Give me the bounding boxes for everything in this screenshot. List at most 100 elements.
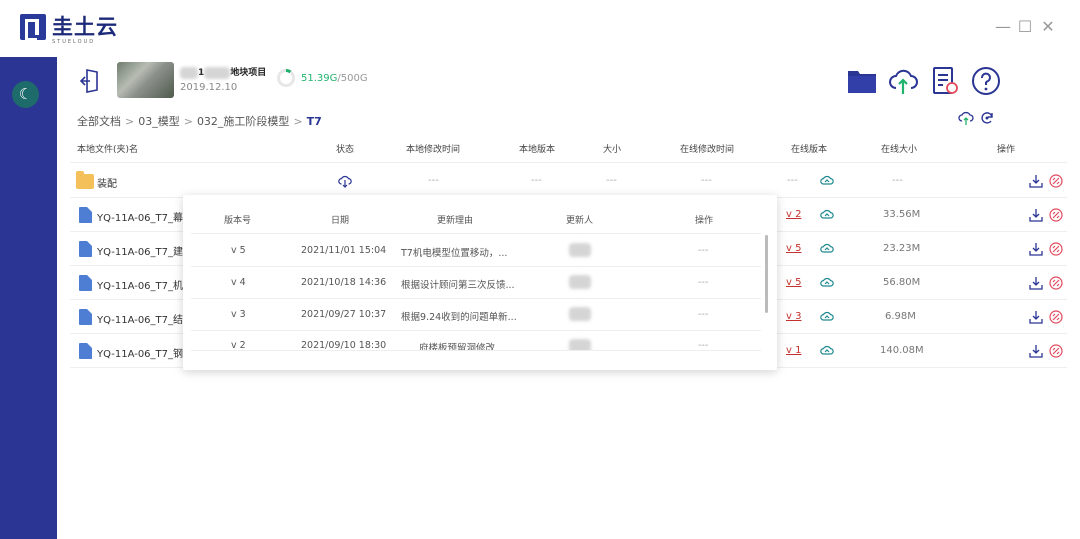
sidebar: ☾ bbox=[0, 57, 57, 539]
cloud-sync-icon[interactable] bbox=[958, 110, 974, 126]
local-version: --- bbox=[531, 175, 542, 186]
file-name[interactable]: YQ-11A-06_T7_幕墙 bbox=[97, 209, 193, 224]
report-icon[interactable] bbox=[930, 66, 960, 96]
download-icon[interactable] bbox=[1029, 276, 1043, 290]
version-history-popup: 版本号 日期 更新理由 更新人 操作 v 5 2021/11/01 15:04 … bbox=[183, 195, 777, 370]
file-name[interactable]: 装配 bbox=[97, 175, 117, 190]
moon-icon[interactable]: ☾ bbox=[12, 81, 39, 108]
table-row[interactable]: 装配 --- --- --- --- --- --- bbox=[70, 164, 1067, 198]
cloud-sync-icon[interactable] bbox=[820, 344, 834, 358]
online-version-link[interactable]: v 1 bbox=[786, 345, 801, 356]
unlink-icon[interactable] bbox=[1049, 242, 1063, 256]
online-size: 140.08M bbox=[880, 345, 924, 356]
version-row[interactable]: v 4 2021/10/18 14:36 根据设计顾问第三次反馈... --- bbox=[191, 267, 761, 299]
version-row[interactable]: v 3 2021/09/27 10:37 根据9.24收到的问题单新... --… bbox=[191, 299, 761, 331]
minimize-button[interactable]: — bbox=[994, 18, 1012, 36]
refresh-icon[interactable] bbox=[979, 110, 995, 126]
popup-column-header: 更新理由 bbox=[437, 216, 474, 226]
download-icon[interactable] bbox=[1029, 174, 1043, 188]
online-version-link[interactable]: v 5 bbox=[786, 243, 801, 254]
column-header: 状态 bbox=[336, 145, 355, 155]
online-version: --- bbox=[787, 175, 798, 186]
download-icon[interactable] bbox=[1029, 242, 1043, 256]
unlink-icon[interactable] bbox=[1049, 276, 1063, 290]
column-header: 本地修改时间 bbox=[406, 145, 461, 155]
online-modified-time: --- bbox=[701, 175, 712, 186]
breadcrumb-current: T7 bbox=[306, 115, 322, 128]
column-header: 在线大小 bbox=[881, 145, 918, 155]
unlink-icon[interactable] bbox=[1049, 174, 1063, 188]
maximize-button[interactable]: ☐ bbox=[1016, 18, 1034, 36]
online-size: 56.80M bbox=[883, 277, 921, 288]
redacted-updater bbox=[569, 339, 591, 350]
column-header: 本地文件(夹)名 bbox=[77, 145, 139, 155]
help-icon[interactable] bbox=[971, 66, 1001, 96]
cloud-sync-icon[interactable] bbox=[820, 276, 834, 290]
version-date: 2021/10/18 14:36 bbox=[301, 277, 387, 288]
download-icon[interactable] bbox=[1029, 310, 1043, 324]
storage-ring bbox=[277, 69, 295, 87]
project-name-suffix: 地块项目 bbox=[230, 68, 267, 78]
column-header: 本地版本 bbox=[519, 145, 556, 155]
breadcrumb: 全部文档 >03_模型 >032_施工阶段模型 > T7 bbox=[77, 115, 322, 128]
storage-total: /500G bbox=[337, 73, 368, 84]
cloud-sync-icon[interactable] bbox=[820, 310, 834, 324]
column-header: 在线版本 bbox=[791, 145, 828, 155]
project-date: 2019.12.10 bbox=[180, 82, 238, 93]
app-logo: 圭土云 STUELOUD bbox=[20, 14, 118, 45]
storage-text: 51.39G/500G bbox=[301, 73, 368, 84]
online-size: 6.98M bbox=[885, 311, 916, 322]
version-action: --- bbox=[698, 309, 709, 320]
update-reason: 根据设计顾问第三次反馈... bbox=[401, 280, 515, 291]
redacted-text bbox=[204, 66, 231, 79]
download-icon[interactable] bbox=[1029, 208, 1043, 222]
online-version-link[interactable]: v 3 bbox=[786, 311, 801, 322]
file-name[interactable]: YQ-11A-06_T7_钢结 bbox=[97, 345, 193, 360]
breadcrumb-item[interactable]: 03_模型 bbox=[138, 115, 180, 128]
version-number: v 3 bbox=[231, 309, 246, 320]
cloud-upload-icon[interactable] bbox=[888, 66, 918, 96]
breadcrumb-item[interactable]: 全部文档 bbox=[77, 115, 121, 128]
popup-scrollbar[interactable] bbox=[765, 235, 768, 313]
online-size: --- bbox=[892, 175, 903, 186]
unlink-icon[interactable] bbox=[1049, 310, 1063, 324]
storage-used: 51.39G bbox=[301, 73, 338, 84]
file-size: --- bbox=[606, 175, 617, 186]
online-version-link[interactable]: v 5 bbox=[786, 277, 801, 288]
exit-icon[interactable] bbox=[79, 68, 101, 94]
redacted-updater bbox=[569, 307, 591, 321]
project-thumbnail[interactable] bbox=[117, 62, 174, 98]
unlink-icon[interactable] bbox=[1049, 208, 1063, 222]
file-icon bbox=[79, 275, 92, 291]
folder-icon[interactable] bbox=[847, 66, 877, 96]
file-icon bbox=[79, 207, 92, 223]
breadcrumb-item[interactable]: 032_施工阶段模型 bbox=[197, 115, 290, 128]
cloud-sync-icon[interactable] bbox=[820, 174, 834, 188]
version-row[interactable]: v 5 2021/11/01 15:04 T7机电模型位置移动，... --- bbox=[191, 235, 761, 267]
file-name[interactable]: YQ-11A-06_T7_机电 bbox=[97, 277, 193, 292]
file-name[interactable]: YQ-11A-06_T7_结构 bbox=[97, 311, 193, 326]
column-header: 操作 bbox=[997, 145, 1016, 155]
online-version-link[interactable]: v 2 bbox=[786, 209, 801, 220]
version-action: --- bbox=[698, 340, 709, 351]
update-reason: 根据9.24收到的问题单新... bbox=[401, 312, 517, 323]
version-number: v 2 bbox=[231, 340, 246, 351]
cloud-download-icon[interactable] bbox=[338, 174, 352, 188]
cloud-sync-icon[interactable] bbox=[820, 242, 834, 256]
title-bar: 圭土云 STUELOUD — ☐ ✕ bbox=[0, 0, 1080, 57]
download-icon[interactable] bbox=[1029, 344, 1043, 358]
redacted-updater bbox=[569, 243, 591, 257]
project-name: 1 地块项目 bbox=[180, 65, 266, 79]
version-action: --- bbox=[698, 277, 709, 288]
version-row[interactable]: v 2 2021/09/10 18:30 府楼板预留洞修改 --- bbox=[191, 331, 761, 351]
file-icon bbox=[79, 309, 92, 325]
file-name[interactable]: YQ-11A-06_T7_建筑 bbox=[97, 243, 193, 258]
update-reason: 府楼板预留洞修改 bbox=[419, 343, 496, 351]
unlink-icon[interactable] bbox=[1049, 344, 1063, 358]
app-name: 圭土云 bbox=[52, 15, 118, 39]
cloud-sync-icon[interactable] bbox=[820, 208, 834, 222]
close-button[interactable]: ✕ bbox=[1039, 18, 1057, 36]
version-date: 2021/11/01 15:04 bbox=[301, 245, 387, 256]
table-header: 本地文件(夹)名 状态 本地修改时间 本地版本 大小 在线修改时间 在线版本 在… bbox=[70, 137, 1067, 163]
popup-header: 版本号 日期 更新理由 更新人 操作 bbox=[191, 207, 761, 234]
